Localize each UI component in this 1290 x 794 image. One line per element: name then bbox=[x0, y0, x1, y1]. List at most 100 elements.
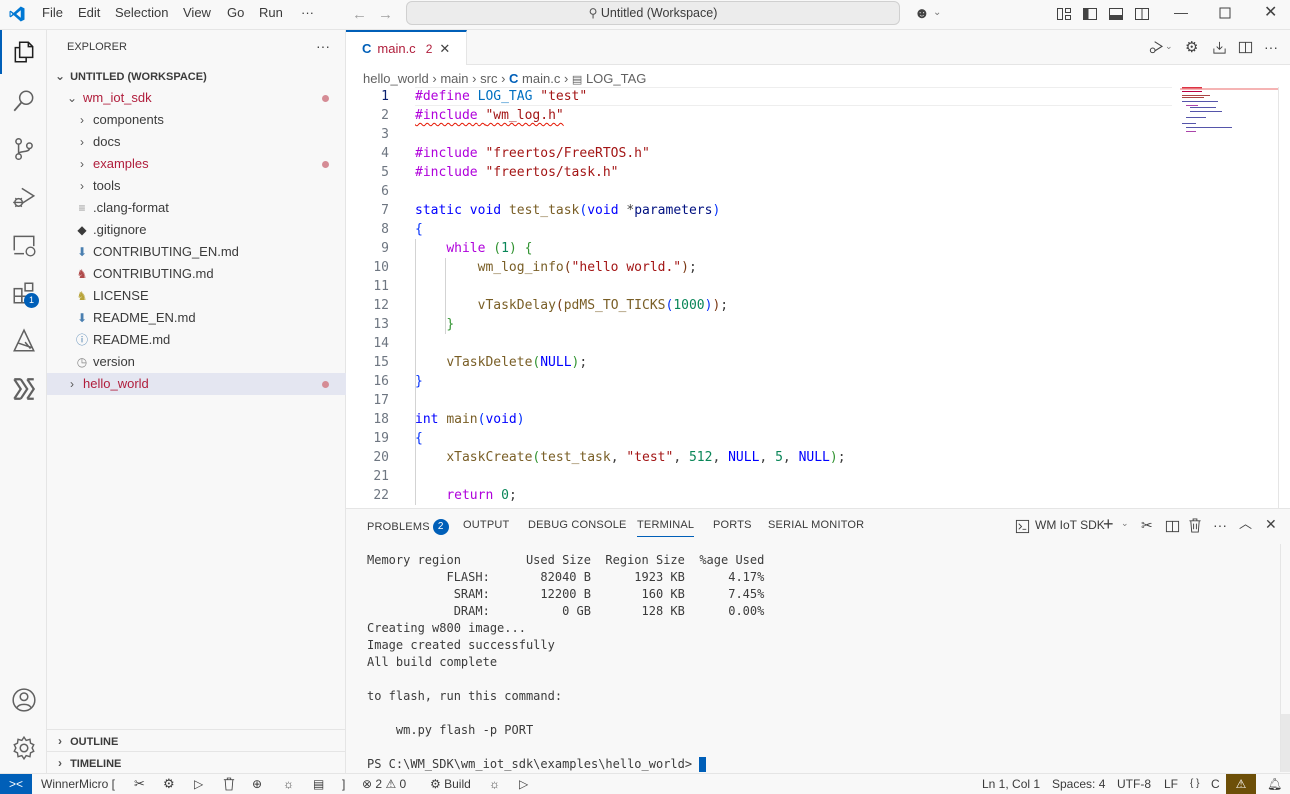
tree-item[interactable]: › components bbox=[47, 109, 346, 131]
tree-item[interactable]: › docs bbox=[47, 131, 346, 153]
breadcrumb-main[interactable]: main bbox=[440, 71, 468, 86]
problems-indicator[interactable]: ⊗ 2 ⚠ 0 bbox=[362, 776, 406, 792]
split-terminal-icon[interactable] bbox=[1165, 519, 1180, 534]
minimize-icon[interactable]: — bbox=[1174, 5, 1188, 19]
back-arrow-icon[interactable]: ← bbox=[352, 7, 367, 22]
toggle-secondary-sidebar-icon[interactable] bbox=[1134, 6, 1150, 22]
run-icon[interactable]: ▷ bbox=[519, 776, 528, 792]
panel-tab-ports[interactable]: PORTS bbox=[713, 519, 752, 531]
panel-tab-terminal[interactable]: TERMINAL bbox=[637, 519, 695, 537]
chevron-down-icon[interactable]: ⌄ bbox=[1165, 42, 1173, 51]
activity-extensions[interactable]: 1 bbox=[0, 271, 47, 315]
chevron-down-icon[interactable]: ⌄ bbox=[1121, 519, 1129, 528]
tab-main-c[interactable]: C main.c 2 ✕ bbox=[346, 30, 467, 65]
debug-icon[interactable]: ☼ bbox=[489, 776, 500, 792]
tree-item[interactable]: ⬇ CONTRIBUTING_EN.md bbox=[47, 241, 346, 263]
outline-section[interactable]: › OUTLINE bbox=[47, 729, 346, 751]
toggle-primary-sidebar-icon[interactable] bbox=[1082, 6, 1098, 22]
tools-icon[interactable]: ✂ bbox=[134, 776, 145, 792]
panel-tab-debug-console[interactable]: DEBUG CONSOLE bbox=[528, 519, 627, 531]
encoding[interactable]: UTF-8 bbox=[1117, 776, 1151, 792]
build-button[interactable]: ⚙ Build bbox=[430, 776, 471, 792]
tree-item[interactable]: ≡ .clang-format bbox=[47, 197, 346, 219]
terminal-name[interactable]: WM IoT SDK bbox=[1035, 518, 1105, 532]
copilot-icon[interactable]: ☻ bbox=[914, 6, 930, 21]
customize-layout-icon[interactable] bbox=[1056, 6, 1072, 22]
menu-file[interactable]: File bbox=[42, 5, 63, 20]
menu-selection[interactable]: Selection bbox=[115, 5, 168, 20]
activity-run-debug[interactable] bbox=[0, 175, 47, 219]
terminal-output[interactable]: Memory region Used Size Region Size %age… bbox=[367, 552, 764, 773]
tree-item[interactable]: ⓘ README.md bbox=[47, 329, 346, 351]
project-selector[interactable]: WinnerMicro [ bbox=[41, 776, 115, 792]
copilot-chevron-icon[interactable]: ⌄ bbox=[933, 8, 941, 18]
new-terminal-icon[interactable]: + bbox=[1103, 515, 1114, 533]
activity-remote-explorer[interactable] bbox=[0, 223, 47, 267]
activity-cmake[interactable] bbox=[0, 319, 47, 363]
tree-item[interactable]: ♞ CONTRIBUTING.md bbox=[47, 263, 346, 285]
notifications-icon[interactable]: 🔔︎ bbox=[1267, 776, 1282, 792]
panel-tab-serial-monitor[interactable]: SERIAL MONITOR bbox=[768, 519, 864, 531]
breadcrumb-main-c[interactable]: main.c bbox=[522, 71, 560, 86]
language-mode[interactable]: C bbox=[1211, 776, 1220, 792]
panel-tab-output[interactable]: OUTPUT bbox=[463, 519, 509, 531]
activity-search[interactable] bbox=[0, 79, 47, 123]
tree-item[interactable]: ♞ LICENSE bbox=[47, 285, 346, 307]
remote-indicator[interactable]: >< bbox=[0, 774, 32, 794]
warning-status-icon[interactable]: ⚠ bbox=[1226, 774, 1256, 794]
split-editor-icon[interactable] bbox=[1238, 40, 1253, 55]
settings-icon[interactable]: ⚙ bbox=[163, 776, 175, 792]
trash-icon[interactable] bbox=[223, 777, 235, 791]
panel-tab-problems[interactable]: PROBLEMS 2 bbox=[367, 519, 449, 535]
monitor-icon[interactable]: ▤ bbox=[313, 776, 324, 792]
close-panel-icon[interactable]: ✕ bbox=[1265, 517, 1277, 531]
editor-scrollbar[interactable] bbox=[1278, 87, 1279, 508]
workspace-header[interactable]: ⌄ UNTITLED (WORKSPACE) bbox=[47, 65, 346, 87]
menu-run[interactable]: Run bbox=[259, 5, 283, 20]
menu-go[interactable]: Go bbox=[227, 5, 244, 20]
breadcrumb-hello-world[interactable]: hello_world bbox=[363, 71, 429, 86]
timeline-section[interactable]: › TIMELINE bbox=[47, 751, 346, 773]
tree-item[interactable]: ◆ .gitignore bbox=[47, 219, 346, 241]
sidebar-more-icon[interactable]: ··· bbox=[316, 38, 330, 54]
maximize-icon[interactable] bbox=[1219, 7, 1231, 19]
command-center[interactable]: ⚲ Untitled (Workspace) bbox=[406, 1, 900, 25]
tree-item[interactable]: › tools bbox=[47, 175, 346, 197]
debug-icon[interactable]: ☼ bbox=[283, 776, 294, 792]
cursor-position[interactable]: Ln 1, Col 1 bbox=[982, 776, 1040, 792]
activity-explorer[interactable] bbox=[0, 30, 47, 74]
menu-more[interactable]: ··· bbox=[301, 5, 314, 20]
menu-edit[interactable]: Edit bbox=[78, 5, 100, 20]
tree-item[interactable]: › examples bbox=[47, 153, 346, 175]
close-tab-icon[interactable]: ✕ bbox=[439, 41, 450, 57]
tree-item[interactable]: ⌄ wm_iot_sdk bbox=[47, 87, 346, 109]
trash-icon[interactable] bbox=[1188, 518, 1202, 533]
tree-item[interactable]: ⬇ README_EN.md bbox=[47, 307, 346, 329]
breadcrumb-src[interactable]: src bbox=[480, 71, 497, 86]
tools-icon[interactable]: ✂ bbox=[1141, 518, 1153, 532]
tree-item[interactable]: › hello_world bbox=[47, 373, 346, 395]
menu-view[interactable]: View bbox=[183, 5, 211, 20]
minimap[interactable] bbox=[1180, 87, 1278, 147]
activity-source-control[interactable] bbox=[0, 127, 47, 171]
settings-icon[interactable]: ⚙ bbox=[1185, 40, 1198, 55]
activity-manage[interactable] bbox=[0, 726, 47, 770]
download-icon[interactable] bbox=[1212, 40, 1227, 55]
more-actions-icon[interactable]: ··· bbox=[1264, 40, 1278, 54]
scrollbar-thumb[interactable] bbox=[1281, 714, 1290, 772]
code-editor[interactable]: 1 #define LOG_TAG "test" 2 #include "wm_log… bbox=[346, 87, 1290, 505]
breadcrumb-log-tag[interactable]: LOG_TAG bbox=[586, 71, 646, 86]
tree-item[interactable]: ◷ version bbox=[47, 351, 346, 373]
terminal-scrollbar[interactable] bbox=[1280, 544, 1290, 772]
activity-winnermicro[interactable] bbox=[0, 367, 47, 411]
run-debug-icon[interactable] bbox=[1148, 39, 1164, 55]
flash-icon[interactable]: ⊕ bbox=[252, 776, 262, 792]
close-icon[interactable]: ✕ bbox=[1264, 5, 1277, 21]
maximize-panel-icon[interactable]: ︿ bbox=[1239, 517, 1252, 530]
toggle-panel-icon[interactable] bbox=[1108, 6, 1124, 22]
more-actions-icon[interactable]: ··· bbox=[1213, 518, 1227, 532]
eol[interactable]: LF bbox=[1164, 776, 1178, 792]
run-icon[interactable]: ▷ bbox=[194, 776, 203, 792]
indentation[interactable]: Spaces: 4 bbox=[1052, 776, 1105, 792]
activity-accounts[interactable] bbox=[0, 678, 47, 722]
